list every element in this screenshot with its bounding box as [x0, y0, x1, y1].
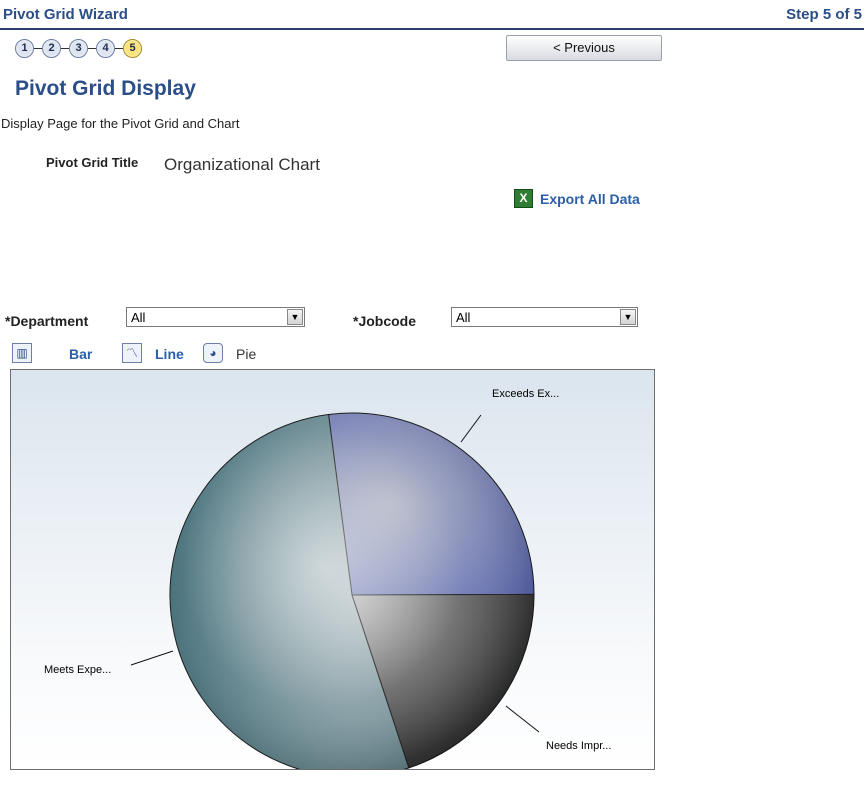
bar-chart-icon[interactable]: ▥ — [12, 343, 32, 363]
page-description: Display Page for the Pivot Grid and Char… — [1, 116, 240, 131]
jobcode-label: *Jobcode — [353, 313, 417, 329]
step-connector — [115, 48, 123, 49]
department-label: *Department — [5, 313, 89, 329]
step-indicator: Step 5 of 5 — [786, 6, 862, 23]
pie-slice-label: Meets Expe... — [44, 664, 111, 676]
pie-slices — [169, 412, 535, 778]
step-connector — [88, 48, 96, 49]
jobcode-select[interactable]: All ▼ — [451, 307, 638, 327]
page-title: Pivot Grid Display — [15, 77, 196, 100]
jobcode-select-value: All — [456, 310, 471, 325]
department-select[interactable]: All ▼ — [126, 307, 305, 327]
chevron-down-icon[interactable]: ▼ — [620, 309, 636, 325]
pie-chart: Exceeds Ex... Needs Impr... Meets Expe... — [10, 369, 655, 778]
pie-label-leader — [130, 650, 174, 666]
pivot-grid-title-value: Organizational Chart — [164, 155, 320, 174]
excel-icon[interactable]: X — [514, 189, 533, 208]
pie-chart-label: Pie — [236, 346, 257, 362]
pivot-grid-title-label: Pivot Grid Title — [46, 155, 139, 170]
bar-chart-link[interactable]: Bar — [69, 346, 92, 362]
wizard-title: Pivot Grid Wizard — [3, 6, 128, 23]
line-chart-link[interactable]: Line — [155, 346, 184, 362]
step-3[interactable]: 3 — [69, 39, 88, 58]
pie-label-leader — [460, 414, 482, 443]
line-chart-icon[interactable]: 〽 — [122, 343, 142, 363]
step-5-current[interactable]: 5 — [123, 39, 142, 58]
department-select-value: All — [131, 310, 146, 325]
pie-label-leader — [505, 705, 540, 733]
wizard-header: Pivot Grid Wizard Step 5 of 5 — [0, 0, 864, 30]
step-2[interactable]: 2 — [42, 39, 61, 58]
pie-slice-label: Needs Impr... — [546, 740, 611, 752]
step-1[interactable]: 1 — [15, 39, 34, 58]
step-connector — [61, 48, 69, 49]
previous-button[interactable]: < Previous — [506, 35, 662, 61]
pie-chart-icon[interactable]: ◕ — [203, 343, 223, 363]
step-4[interactable]: 4 — [96, 39, 115, 58]
chevron-down-icon[interactable]: ▼ — [287, 309, 303, 325]
pie-slice-label: Exceeds Ex... — [492, 388, 559, 400]
export-all-data-link[interactable]: Export All Data — [540, 191, 640, 207]
pie-slice — [327, 412, 535, 596]
step-connector — [34, 48, 42, 49]
pie-chart-svg: Exceeds Ex... Needs Impr... Meets Expe... — [44, 388, 611, 778]
